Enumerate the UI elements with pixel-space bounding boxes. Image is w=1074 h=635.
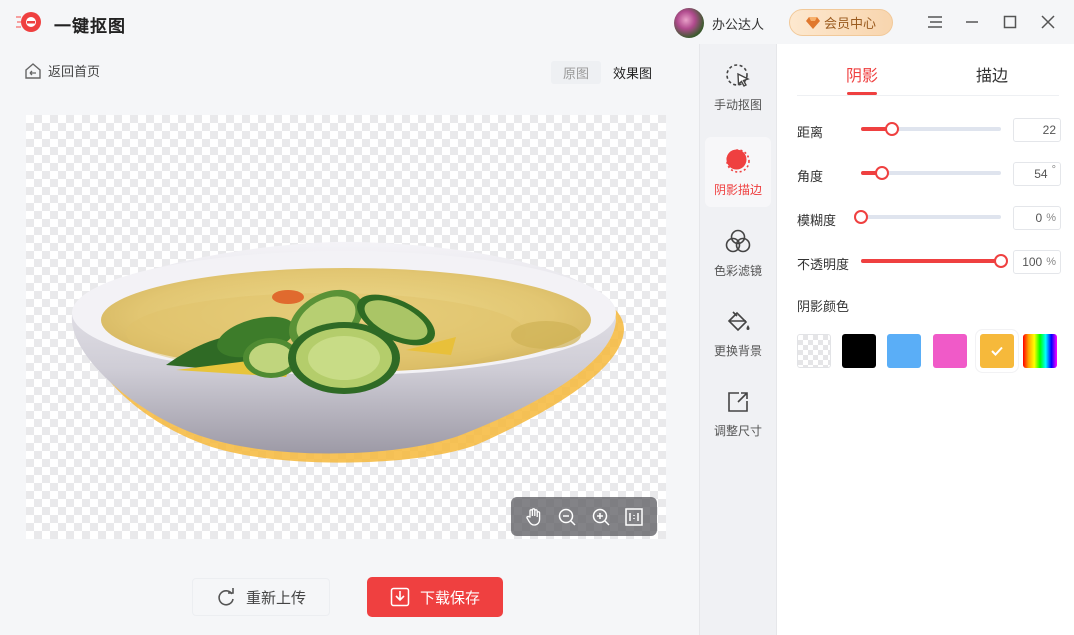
- tool-color-filter-label: 色彩滤镜: [713, 263, 762, 278]
- title-bar: 一键抠图 办公达人 会员中心: [0, 0, 1074, 44]
- blur-unit: %: [1046, 212, 1056, 224]
- distance-label: 距离: [797, 125, 824, 140]
- menu-button[interactable]: [925, 12, 945, 32]
- home-back-icon: [25, 62, 41, 79]
- menu-icon: [928, 16, 942, 28]
- blur-slider[interactable]: [854, 210, 1001, 224]
- angle-value: 54: [1034, 167, 1048, 181]
- opacity-value: 100: [1022, 255, 1043, 269]
- view-toggle: 原图 效果图: [551, 61, 664, 84]
- hand-icon: [526, 507, 540, 526]
- color-swatch-pink[interactable]: [933, 334, 967, 368]
- distance-slider[interactable]: [861, 122, 1001, 136]
- tab-divider: [797, 95, 1059, 96]
- tool-column: 手动抠图 阴影描边 色彩滤镜 更换背景 调整尺寸: [699, 44, 777, 635]
- minimize-icon: [966, 21, 978, 23]
- zoom-out-icon: [559, 508, 576, 526]
- zoom-in-icon: [592, 508, 610, 526]
- blur-label: 模糊度: [797, 213, 837, 228]
- tool-resize[interactable]: 调整尺寸: [705, 378, 771, 448]
- tab-stroke[interactable]: 描边: [976, 62, 1008, 86]
- back-home-label: 返回首页: [48, 64, 101, 79]
- app-title: 一键抠图: [54, 17, 126, 36]
- check-icon: [991, 346, 1003, 356]
- back-home-link[interactable]: 返回首页: [24, 61, 100, 80]
- avatar[interactable]: [674, 8, 704, 38]
- reupload-button[interactable]: 重新上传: [192, 578, 330, 616]
- actual-size-icon: [625, 507, 643, 526]
- tool-shadow-stroke-label: 阴影描边: [713, 182, 762, 197]
- download-icon: [390, 587, 410, 607]
- tool-color-filter[interactable]: 色彩滤镜: [705, 218, 771, 288]
- blur-input[interactable]: 0%: [1013, 206, 1061, 230]
- angle-label: 角度: [797, 169, 824, 184]
- opacity-slider[interactable]: [861, 254, 1008, 268]
- username[interactable]: 办公达人: [712, 14, 764, 33]
- vip-center-button[interactable]: 会员中心: [789, 9, 893, 36]
- tool-manual-cutout[interactable]: 手动抠图: [705, 52, 771, 122]
- angle-unit: °: [1051, 164, 1056, 176]
- close-button[interactable]: [1038, 12, 1058, 32]
- maximize-button[interactable]: [1000, 12, 1020, 32]
- angle-slider[interactable]: [861, 166, 1001, 180]
- tool-manual-cutout-label: 手动抠图: [713, 97, 762, 112]
- tool-change-background-label: 更换背景: [713, 343, 762, 358]
- color-filter-icon: [725, 229, 751, 252]
- cursor-select-icon: [726, 63, 750, 87]
- color-swatch-yellow[interactable]: [980, 334, 1014, 368]
- app-logo-icon: [16, 12, 41, 32]
- actual-size-button[interactable]: [622, 505, 646, 529]
- shadow-color-label: 阴影颜色: [797, 299, 850, 314]
- pan-hand-button[interactable]: [522, 505, 546, 529]
- color-swatch-transparent[interactable]: [797, 334, 831, 368]
- tool-shadow-stroke[interactable]: 阴影描边: [705, 137, 771, 207]
- refresh-icon: [218, 588, 234, 606]
- tool-change-background[interactable]: 更换背景: [705, 298, 771, 368]
- zoom-out-button[interactable]: [555, 505, 579, 529]
- color-swatch-custom-picker[interactable]: [1023, 334, 1057, 368]
- paint-bucket-icon: [727, 310, 750, 331]
- diamond-icon: [805, 16, 820, 29]
- tab-shadow[interactable]: 阴影: [846, 62, 878, 86]
- opacity-unit: %: [1046, 256, 1056, 268]
- vip-center-label: 会员中心: [823, 16, 876, 31]
- settings-panel: 阴影 描边 距离 22 角度 54 ° 模糊度 0% 不透明度 100% 阴影颜色: [777, 44, 1074, 635]
- opacity-input[interactable]: 100%: [1013, 250, 1061, 274]
- resize-icon: [728, 391, 748, 412]
- view-result-tab[interactable]: 效果图: [601, 61, 664, 84]
- close-icon: [1041, 15, 1055, 29]
- cutout-soup-bowl-image: [71, 241, 625, 463]
- distance-input[interactable]: 22: [1013, 118, 1061, 142]
- color-swatch-black[interactable]: [842, 334, 876, 368]
- download-save-label: 下载保存: [419, 589, 480, 607]
- download-save-button[interactable]: 下载保存: [367, 577, 503, 617]
- image-canvas[interactable]: [26, 115, 666, 539]
- angle-input[interactable]: 54 °: [1013, 162, 1061, 186]
- zoom-toolbar: [511, 497, 657, 536]
- view-original-tab[interactable]: 原图: [551, 61, 602, 84]
- shadow-stroke-icon: [726, 148, 750, 173]
- blur-value: 0: [1035, 211, 1043, 225]
- color-swatch-blue[interactable]: [887, 334, 921, 368]
- opacity-label: 不透明度: [797, 257, 850, 272]
- distance-value: 22: [1042, 123, 1056, 137]
- reupload-label: 重新上传: [245, 589, 306, 607]
- zoom-in-button[interactable]: [589, 505, 613, 529]
- maximize-icon: [1003, 15, 1017, 29]
- tool-resize-label: 调整尺寸: [713, 423, 762, 438]
- minimize-button[interactable]: [962, 12, 982, 32]
